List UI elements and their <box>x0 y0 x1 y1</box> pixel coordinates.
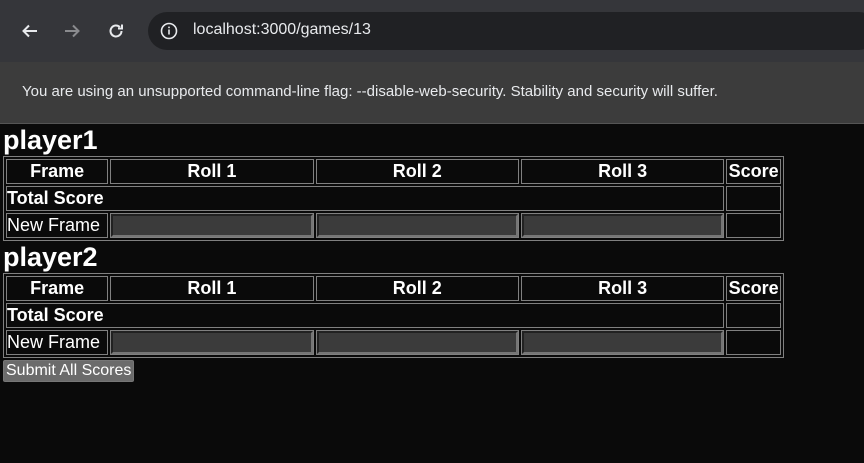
warning-infobar: You are using an unsupported command-lin… <box>0 62 864 124</box>
total-score-label: Total Score <box>6 303 725 328</box>
new-frame-label: New Frame <box>6 213 109 238</box>
table-header-row: Frame Roll 1 Roll 2 Roll 3 Score <box>6 159 781 184</box>
roll-1-cell <box>110 213 314 238</box>
arrow-right-icon <box>65 24 80 38</box>
score-table: Frame Roll 1 Roll 2 Roll 3 Score Total S… <box>3 273 784 358</box>
score-table: Frame Roll 1 Roll 2 Roll 3 Score Total S… <box>3 156 784 241</box>
header-frame: Frame <box>6 276 109 301</box>
roll-3-input[interactable] <box>521 331 724 354</box>
total-score-value <box>726 303 781 328</box>
new-frame-row: New Frame <box>6 330 781 355</box>
browser-toolbar: localhost:3000/games/13 <box>0 0 864 62</box>
header-roll-3: Roll 3 <box>520 159 725 184</box>
header-roll-1: Roll 1 <box>110 159 314 184</box>
player-name: player1 <box>3 125 98 155</box>
header-score: Score <box>726 159 781 184</box>
total-score-row: Total Score <box>6 303 781 328</box>
header-frame: Frame <box>6 159 109 184</box>
new-frame-label: New Frame <box>6 330 109 355</box>
header-roll-2: Roll 2 <box>315 276 519 301</box>
forward-button[interactable] <box>60 19 84 43</box>
roll-3-cell <box>520 213 725 238</box>
roll-3-input[interactable] <box>521 214 724 237</box>
info-icon[interactable] <box>160 22 178 40</box>
header-roll-1: Roll 1 <box>110 276 314 301</box>
total-score-row: Total Score <box>6 186 781 211</box>
roll-1-input[interactable] <box>111 331 313 354</box>
header-roll-3: Roll 3 <box>520 276 725 301</box>
roll-2-input[interactable] <box>316 331 518 354</box>
roll-2-cell <box>315 330 519 355</box>
roll-3-cell <box>520 330 725 355</box>
table-header-row: Frame Roll 1 Roll 2 Roll 3 Score <box>6 276 781 301</box>
total-score-value <box>726 186 781 211</box>
new-frame-row: New Frame <box>6 213 781 238</box>
new-frame-score <box>726 213 781 238</box>
back-button[interactable] <box>18 19 42 43</box>
header-score: Score <box>726 276 781 301</box>
page-content: player1 Frame Roll 1 Roll 2 Roll 3 Score… <box>0 124 864 382</box>
reload-button[interactable] <box>104 19 128 43</box>
submit-all-scores-button[interactable]: Submit All Scores <box>3 360 135 382</box>
roll-1-input[interactable] <box>111 214 313 237</box>
address-bar[interactable]: localhost:3000/games/13 <box>148 12 864 50</box>
roll-2-cell <box>315 213 519 238</box>
reload-icon <box>109 24 123 38</box>
url-text[interactable]: localhost:3000/games/13 <box>193 21 371 39</box>
header-roll-2: Roll 2 <box>315 159 519 184</box>
new-frame-score <box>726 330 781 355</box>
arrow-left-icon <box>22 24 37 38</box>
total-score-label: Total Score <box>6 186 725 211</box>
roll-1-cell <box>110 330 314 355</box>
roll-2-input[interactable] <box>316 214 518 237</box>
infobar-message: You are using an unsupported command-lin… <box>22 83 718 100</box>
player-name: player2 <box>3 242 98 272</box>
